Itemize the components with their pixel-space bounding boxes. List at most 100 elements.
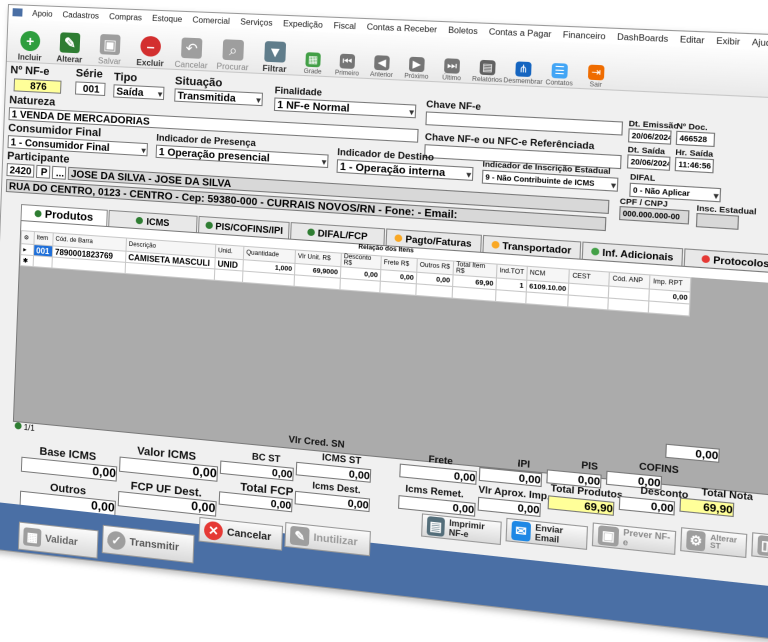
menu-item[interactable]: Financeiro <box>563 29 606 40</box>
transmitir-button[interactable]: ✓ Transmitir <box>102 525 195 564</box>
extra-button[interactable]: ▯ <box>751 532 768 559</box>
dt-emissao-field[interactable]: 20/06/2024 <box>628 128 672 144</box>
menu-item[interactable]: Exibir <box>716 36 740 47</box>
table-cell[interactable] <box>649 301 690 316</box>
menu-item[interactable]: Serviços <box>240 17 273 28</box>
toolbar--ltimo-button[interactable]: ⏭ Último <box>435 39 470 83</box>
cancelar-nfe-button[interactable]: ✕ Cancelar <box>198 517 283 551</box>
toolbar-label: Incluir <box>18 52 42 62</box>
menu-item[interactable]: Boletos <box>448 25 478 36</box>
toolbar-cancelar-button[interactable]: ↶ Cancelar <box>171 28 212 71</box>
nf-number-label: Nº NF-e <box>10 64 49 78</box>
toolbar-anterior-button[interactable]: ◀ Anterior <box>365 36 399 79</box>
toolbar-grade-button[interactable]: ▦ Grade <box>297 33 331 76</box>
presenca-select[interactable]: 1 Operação presencial <box>156 145 329 168</box>
hr-saida-field[interactable]: 11:46:56 <box>675 157 714 173</box>
toolbar-label: Alterar <box>56 54 82 64</box>
toolbar-incluir-button[interactable]: + Incluir <box>11 21 50 63</box>
report-icon: ▤ <box>479 60 495 76</box>
menu-item[interactable]: Compras <box>109 12 142 22</box>
table-cell[interactable] <box>214 269 243 282</box>
alterar-st-label: Alterar ST <box>710 535 746 554</box>
inutilizar-icon: ✎ <box>290 526 310 547</box>
table-cell[interactable] <box>294 275 340 290</box>
search-icon: ⌕ <box>222 39 244 61</box>
table-cell[interactable] <box>496 290 527 304</box>
menu-item[interactable]: Estoque <box>152 13 182 23</box>
nf-number-field[interactable]: 876 <box>14 78 62 93</box>
destino-select[interactable]: 1 - Operação interna <box>336 159 473 181</box>
participante-search-button[interactable]: ... <box>52 166 66 180</box>
table-cell[interactable] <box>568 295 609 310</box>
validar-button[interactable]: ▦ Validar <box>18 522 99 559</box>
participante-code-field[interactable]: 2420 <box>6 163 34 178</box>
next-icon: ▶ <box>409 57 425 72</box>
toolbar-label: Próximo <box>404 73 428 80</box>
menu-item[interactable]: Cadastros <box>62 10 99 21</box>
calculator-icon: ▦ <box>23 527 41 547</box>
table-cell[interactable] <box>608 298 649 313</box>
menu-item[interactable]: Editar <box>680 34 705 45</box>
tab-label: DIFAL/FCP <box>317 227 367 241</box>
difal-label: DIFAL <box>630 172 656 183</box>
status-dot-icon <box>394 234 402 242</box>
toolbar-alterar-button[interactable]: ✎ Alterar <box>50 23 89 65</box>
frete-field: 0,00 <box>399 464 477 485</box>
table-cell[interactable] <box>452 286 496 301</box>
tab-label: ICMS <box>146 216 169 228</box>
menu-item[interactable]: Contas a Pagar <box>489 27 552 39</box>
situacao-label: Situação <box>175 75 223 90</box>
menu-item[interactable]: Ajuda <box>752 37 768 48</box>
menu-item[interactable]: Contas a Receber <box>367 22 438 34</box>
bc-st-field: 0,00 <box>220 460 294 481</box>
delete-icon: – <box>140 36 161 57</box>
menu-item[interactable]: Fiscal <box>333 20 356 30</box>
toolbar-desmembrar-button[interactable]: ⋔ Desmembrar <box>506 42 542 86</box>
toolbar-salvar-button[interactable]: ▣ Salvar <box>90 24 130 66</box>
status-dot-icon <box>35 210 42 217</box>
table-cell[interactable] <box>242 271 294 286</box>
imprimir-label: Imprimir NF-e <box>449 518 501 542</box>
dt-saida-field[interactable]: 20/06/2024 <box>627 154 671 171</box>
serie-field[interactable]: 001 <box>75 81 106 96</box>
table-cell[interactable] <box>380 281 416 295</box>
document-icon: ▯ <box>757 535 768 556</box>
toolbar-pr-ximo-button[interactable]: ▶ Próximo <box>400 37 435 81</box>
menu-item[interactable]: DashBoards <box>617 32 669 44</box>
toolbar-contatos-button[interactable]: ☰ Contatos <box>542 43 578 88</box>
toolbar-excluir-button[interactable]: – Excluir <box>131 26 171 68</box>
funnel-icon: ▼ <box>264 41 286 63</box>
n-doc-field[interactable]: 466528 <box>676 131 715 147</box>
toolbar-relat-rios-button[interactable]: ▤ Relatórios <box>470 40 505 84</box>
toolbar-primeiro-button[interactable]: ⏮ Primeiro <box>331 34 365 77</box>
table-cell[interactable] <box>526 292 569 307</box>
enviar-label: Enviar Email <box>535 523 587 548</box>
menu-item[interactable]: Expedição <box>283 18 323 29</box>
table-cell[interactable] <box>416 284 453 298</box>
toolbar-procurar-button[interactable]: ⌕ Procurar <box>213 30 254 73</box>
bc-st-label: BC ST <box>252 451 281 464</box>
nfe-window: Apoio Cadastros Compras Estoque Comercial Ser… <box>0 4 768 642</box>
menu-item[interactable]: Comercial <box>192 15 230 26</box>
finalidade-select[interactable]: 1 NF-e Normal <box>274 97 416 118</box>
chave-field[interactable] <box>425 111 623 135</box>
table-cell[interactable] <box>33 256 52 268</box>
toolbar-filtrar-button[interactable]: ▼ Filtrar <box>254 31 296 74</box>
situacao-select[interactable]: Transmitida <box>174 88 263 106</box>
email-icon: ✉ <box>511 521 531 542</box>
status-dot-icon <box>591 247 599 255</box>
grid-icon: ▦ <box>305 52 320 67</box>
row-marker-icon: ▸ <box>21 244 34 256</box>
table-cell[interactable] <box>340 278 380 292</box>
plus-icon: + <box>20 31 40 52</box>
toolbar-label: Primeiro <box>335 70 359 77</box>
prever-label: Prever NF-e <box>623 528 675 553</box>
inutilizar-button[interactable]: ✎ Inutilizar <box>284 522 371 556</box>
tipo-select[interactable]: Saída <box>113 84 164 100</box>
participante-type-field[interactable]: P <box>36 165 50 179</box>
menu-item[interactable]: Apoio <box>32 8 53 18</box>
column-header[interactable]: Item <box>34 232 53 246</box>
pis-label: PIS <box>581 460 598 472</box>
tipo-label: Tipo <box>114 71 138 84</box>
toolbar-sair-button[interactable]: ⇥ Sair <box>578 45 614 90</box>
